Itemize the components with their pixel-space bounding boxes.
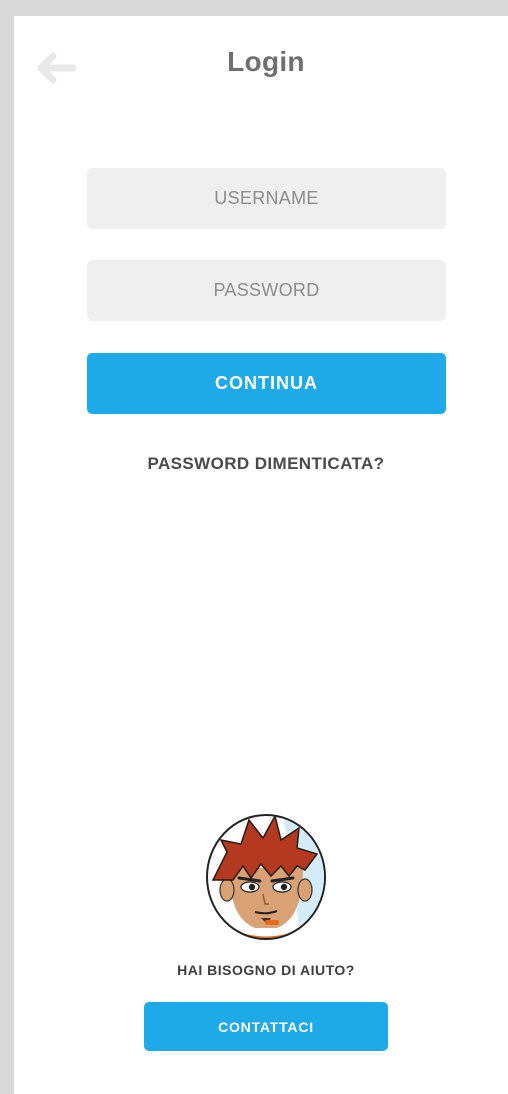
- cartoon-avatar-icon: [206, 814, 326, 940]
- continue-button[interactable]: CONTINUA: [87, 353, 446, 414]
- username-input[interactable]: [87, 168, 446, 229]
- password-input[interactable]: [87, 260, 446, 321]
- contact-button[interactable]: CONTATTACI: [144, 1002, 388, 1051]
- page-title: Login: [227, 46, 305, 77]
- forgot-password-link[interactable]: PASSWORD DIMENTICATA?: [14, 454, 508, 474]
- login-panel: Login CONTINUA PASSWORD DIMENTICATA?: [14, 16, 508, 1094]
- help-question: HAI BISOGNO DI AIUTO?: [177, 962, 355, 978]
